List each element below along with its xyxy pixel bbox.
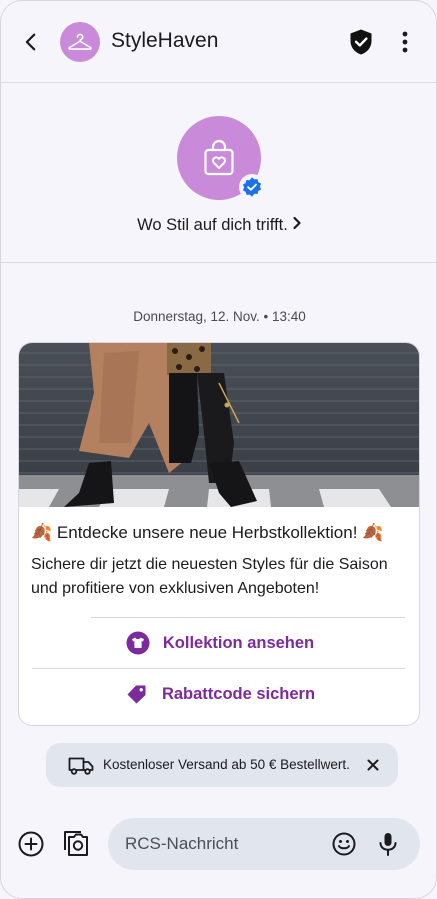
gallery-button[interactable] <box>60 828 90 858</box>
tagline-text: Wo Stil auf dich trifft. <box>137 216 288 234</box>
rich-card[interactable]: 🍂 Entdecke unsere neue Herbstkollektion!… <box>18 342 420 726</box>
back-button[interactable] <box>17 28 45 56</box>
business-avatar[interactable] <box>60 22 100 62</box>
add-circle-icon <box>18 831 44 857</box>
card-title: 🍂 Entdecke unsere neue Herbstkollektion!… <box>31 523 383 543</box>
verified-badge <box>239 174 265 200</box>
app-frame: StyleHaven Wo Stil auf dich trifft. Donn… <box>0 0 437 899</box>
emoji-button[interactable] <box>332 832 356 856</box>
card-hero-image[interactable] <box>19 343 420 507</box>
top-app-bar: StyleHaven <box>1 1 436 83</box>
business-tagline-link[interactable]: Wo Stil auf dich trifft. <box>1 216 436 235</box>
verified-badge-icon <box>242 177 262 197</box>
suggestion-view-collection[interactable]: Kollektion ansehen <box>19 618 419 668</box>
more-options-button[interactable] <box>393 29 417 55</box>
suggestion-label: Rabattcode sichern <box>161 684 316 703</box>
mic-icon <box>379 833 397 856</box>
suggestion-label: Kollektion ansehen <box>162 633 315 652</box>
voice-input-button[interactable] <box>376 831 400 857</box>
card-description: Sichere dir jetzt die neuesten Styles fü… <box>31 556 388 597</box>
truck-icon <box>68 753 94 777</box>
close-icon <box>367 759 379 771</box>
suggestion-save-discount[interactable]: Rabattcode sichern <box>19 669 419 719</box>
verified-button[interactable] <box>348 28 374 56</box>
shirt-icon <box>126 631 150 655</box>
card-title-text: Entdecke unsere neue Herbstkollektion! <box>56 523 358 542</box>
gallery-camera-icon <box>64 831 88 856</box>
leaf-emoji-left: 🍂 <box>31 523 53 542</box>
message-input[interactable] <box>125 833 315 855</box>
business-name[interactable]: StyleHaven <box>111 29 218 53</box>
banner-text: Kostenloser Versand ab 50 € Bestellwert. <box>103 757 350 772</box>
shopping-bag-heart-icon <box>204 139 234 176</box>
leaf-emoji-right: 🍂 <box>362 523 384 542</box>
arrow-back-icon <box>25 33 36 51</box>
promo-banner: Kostenloser Versand ab 50 € Bestellwert. <box>46 743 398 787</box>
emoji-icon <box>332 832 356 856</box>
more-vert-icon <box>402 31 408 53</box>
verified-shield-icon <box>350 29 372 55</box>
business-profile: Wo Stil auf dich trifft. <box>1 83 436 263</box>
hanger-icon <box>68 33 92 50</box>
add-attachment-button[interactable] <box>17 830 45 858</box>
tag-icon <box>125 682 149 706</box>
message-timestamp: Donnerstag, 12. Nov. • 13:40 <box>133 309 306 324</box>
banner-close-button[interactable] <box>362 755 384 775</box>
message-composer[interactable] <box>108 818 420 870</box>
chevron-right-icon <box>292 216 302 235</box>
